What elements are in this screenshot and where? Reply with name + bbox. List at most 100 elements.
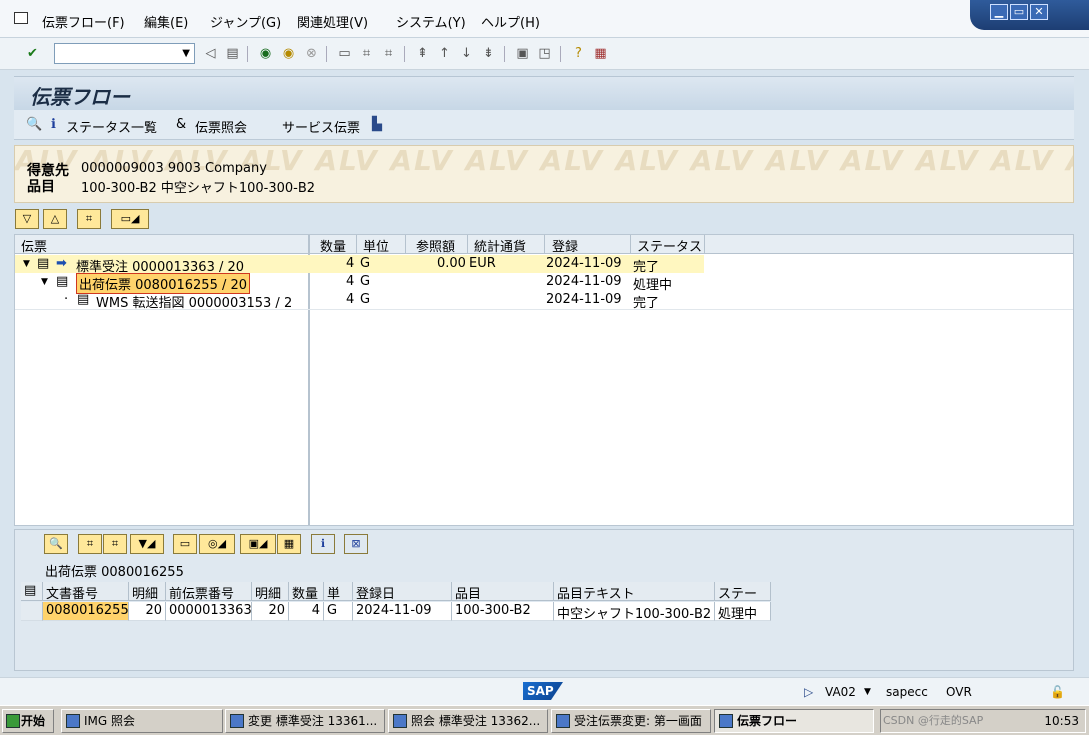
transaction-code: VA02	[825, 685, 856, 699]
back-arrow-icon[interactable]: ◁	[202, 45, 219, 62]
filter-icon[interactable]: ▼◢	[130, 534, 164, 554]
grid-header-status[interactable]: ステー	[715, 582, 771, 602]
column-header-status[interactable]: ステータス	[637, 236, 702, 255]
enter-icon[interactable]: ✔	[24, 45, 41, 62]
status-overview-button[interactable]: ステータス一覧	[66, 117, 157, 136]
column-header-document[interactable]: 伝票	[21, 236, 47, 255]
taskbar-item[interactable]: 受注伝票変更: 第一画面	[551, 709, 711, 733]
tree-header: 伝票 数量 単位 参照額 統計通貨 登録 ステータス	[15, 235, 1073, 255]
grid-header-created-on[interactable]: 登録日	[353, 582, 452, 602]
grid-cell-material-text[interactable]: 中空シャフト100-300-B2	[554, 602, 715, 622]
chevron-down-icon[interactable]: ▼	[864, 687, 871, 697]
system-menu-icon[interactable]	[14, 12, 28, 24]
exit-icon[interactable]: ◉	[280, 45, 297, 62]
find-next-icon[interactable]: ⌗	[380, 45, 397, 62]
tree-date: 2024-11-09	[546, 274, 622, 289]
grid-cell-created-on[interactable]: 2024-11-09	[353, 602, 452, 621]
first-page-icon[interactable]: ⇞	[414, 45, 431, 62]
column-header-unit[interactable]: 単位	[363, 236, 389, 255]
command-field[interactable]: ▼	[54, 43, 195, 64]
last-page-icon[interactable]: ⇟	[480, 45, 497, 62]
application-toolbar: 🔍 ℹ ステータス一覧 & 伝票照会 サービス伝票 ▙	[14, 110, 1074, 140]
print-icon[interactable]: ▭	[336, 45, 353, 62]
status-expand-icon[interactable]: ▷	[804, 685, 813, 699]
column-header-created[interactable]: 登録	[552, 236, 578, 255]
display-icon[interactable]: 🔍	[26, 117, 42, 132]
chevron-down-icon[interactable]: ▼	[182, 48, 190, 59]
leaf-dot-icon: ·	[64, 292, 69, 307]
grid-cell-item[interactable]: 20	[129, 602, 166, 621]
grid-cell-status[interactable]: 処理中	[715, 602, 771, 622]
column-header-ref-amount[interactable]: 参照額	[416, 236, 455, 255]
details-icon[interactable]: 🔍	[44, 534, 68, 554]
grid-cell-preceding-document[interactable]: 0000013363	[166, 602, 252, 621]
grid-header-quantity[interactable]: 数量	[289, 582, 324, 602]
info-icon[interactable]: ℹ	[311, 534, 335, 554]
help-icon[interactable]: ?	[570, 45, 587, 62]
back-icon[interactable]: ◉	[257, 45, 274, 62]
shortcut-icon[interactable]: ◳	[536, 45, 553, 62]
taskbar-item-active[interactable]: 伝票フロー	[714, 709, 874, 733]
menu-help[interactable]: ヘルプ(H)	[481, 12, 540, 31]
grid-header-document-number[interactable]: 文書番号	[43, 582, 129, 602]
grid-cell-preceding-item[interactable]: 20	[252, 602, 289, 621]
tree-row[interactable]: ▼ ▤ 出荷伝票 0080016255 / 20 4 G 2024-11-09 …	[15, 273, 1073, 294]
find-next-icon[interactable]: ⌗	[103, 534, 127, 554]
cancel-icon[interactable]: ⊗	[303, 45, 320, 62]
tree-row[interactable]: · ▤ WMS 転送指図 0000003153 / 2 4 G 2024-11-…	[15, 291, 1073, 311]
taskbar-item[interactable]: 変更 標準受注 13361...	[225, 709, 385, 733]
expand-all-icon[interactable]: ▽	[15, 209, 39, 229]
print-icon[interactable]: ▭	[173, 534, 197, 554]
menu-system[interactable]: システム(Y)	[396, 12, 466, 31]
grid-cell-material[interactable]: 100-300-B2	[452, 602, 554, 621]
material-value: 100-300-B2 中空シャフト100-300-B2	[81, 181, 316, 196]
grid-cell-document-number[interactable]: 0080016255	[43, 602, 129, 621]
close-grid-icon[interactable]: ⊠	[344, 534, 368, 554]
screen-title-bar: 伝票フロー	[14, 76, 1074, 110]
next-page-icon[interactable]: ↓	[458, 45, 475, 62]
menu-goto[interactable]: ジャンプ(G)	[210, 12, 281, 31]
layout-grid-icon[interactable]: ▦	[277, 534, 301, 554]
menu-document-flow[interactable]: 伝票フロー(F)	[42, 12, 125, 31]
grid-header-item[interactable]: 明細	[129, 582, 166, 602]
expand-arrow-icon[interactable]: ▼	[23, 259, 30, 269]
save-icon[interactable]: ▤	[224, 45, 241, 62]
chart-icon[interactable]: ▙	[372, 117, 382, 132]
print-icon[interactable]: ▭◢	[111, 209, 149, 229]
find-icon[interactable]: ⌗	[77, 209, 101, 229]
grid-cell-unit[interactable]: G	[324, 602, 353, 621]
start-button[interactable]: 开始	[2, 709, 54, 733]
row-selector[interactable]	[21, 602, 43, 621]
tree-row[interactable]: ▼ ▤ ➡ 標準受注 0000013363 / 20 4 G 0.00 EUR …	[15, 255, 1073, 275]
create-session-icon[interactable]: ▣	[514, 45, 531, 62]
find-icon[interactable]: ⌗	[78, 534, 102, 554]
views-icon[interactable]: ◎◢	[199, 534, 235, 554]
service-document-button[interactable]: サービス伝票	[282, 117, 360, 136]
layout-icon[interactable]: ▦	[592, 45, 609, 62]
minimize-icon[interactable]: ▁	[990, 4, 1008, 20]
menu-edit[interactable]: 編集(E)	[144, 12, 188, 31]
restore-icon[interactable]: ▭	[1010, 4, 1028, 20]
grid-header-material[interactable]: 品目	[452, 582, 554, 602]
display-document-button[interactable]: 伝票照会	[195, 117, 247, 136]
collapse-all-icon[interactable]: △	[43, 209, 67, 229]
standard-toolbar: ✔ ▼ ◁ ▤ ◉ ◉ ⊗ ▭ ⌗ ⌗ ⇞ ↑ ↓ ⇟ ▣ ◳ ? ▦	[0, 38, 1089, 70]
current-arrow-icon: ➡	[56, 256, 67, 271]
close-icon[interactable]: ✕	[1030, 4, 1048, 20]
insert-mode: OVR	[946, 685, 972, 699]
grid-header-preceding-item[interactable]: 明細	[252, 582, 289, 602]
find-icon[interactable]: ⌗	[358, 45, 375, 62]
column-header-currency[interactable]: 統計通貨	[474, 236, 526, 255]
grid-header-unit[interactable]: 単	[324, 582, 353, 602]
taskbar-item[interactable]: 照会 標準受注 13362...	[388, 709, 548, 733]
grid-cell-quantity[interactable]: 4	[289, 602, 324, 621]
column-header-quantity[interactable]: 数量	[320, 236, 346, 255]
export-icon[interactable]: ▣◢	[240, 534, 276, 554]
select-all-icon[interactable]: ▤	[21, 582, 43, 601]
expand-arrow-icon[interactable]: ▼	[41, 277, 48, 287]
grid-header-preceding-document[interactable]: 前伝票番号	[166, 582, 252, 602]
previous-page-icon[interactable]: ↑	[436, 45, 453, 62]
taskbar-item[interactable]: IMG 照会	[61, 709, 223, 733]
grid-header-material-text[interactable]: 品目テキスト	[554, 582, 715, 602]
menu-environment[interactable]: 関連処理(V)	[297, 12, 368, 31]
